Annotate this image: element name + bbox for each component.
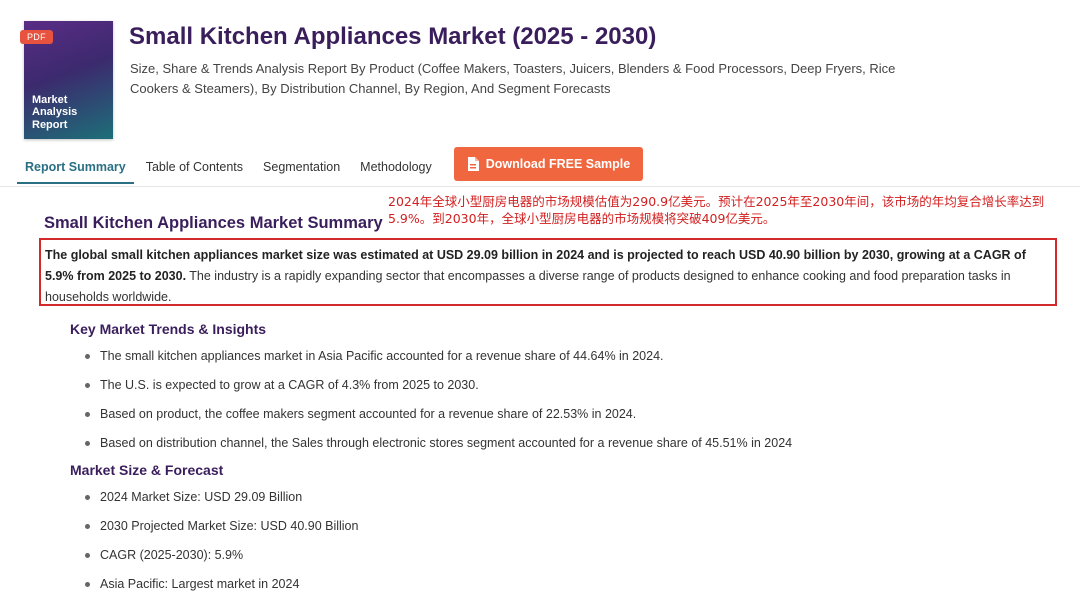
tab-report-summary[interactable]: Report Summary (17, 152, 134, 184)
download-free-sample-button[interactable]: Download FREE Sample (453, 147, 644, 181)
summary-highlight-box: The global small kitchen appliances mark… (39, 238, 1057, 306)
list-item: Asia Pacific: Largest market in 2024 (82, 576, 358, 605)
tab-divider (0, 186, 1080, 187)
report-cover-image: PDF Market Analysis Report (20, 21, 113, 139)
list-item: CAGR (2025-2030): 5.9% (82, 547, 358, 576)
forecast-heading: Market Size & Forecast (70, 462, 224, 478)
summary-title: Small Kitchen Appliances Market Summary (44, 214, 383, 232)
tab-methodology[interactable]: Methodology (352, 152, 440, 184)
page-title: Small Kitchen Appliances Market (2025 - … (129, 23, 657, 50)
download-button-label: Download FREE Sample (485, 157, 631, 171)
tab-table-of-contents[interactable]: Table of Contents (138, 152, 251, 184)
list-item: The small kitchen appliances market in A… (82, 348, 792, 377)
list-item: 2024 Market Size: USD 29.09 Billion (82, 489, 358, 518)
key-trends-list: The small kitchen appliances market in A… (82, 348, 792, 464)
key-trends-heading: Key Market Trends & Insights (70, 321, 267, 337)
cover-text: Market Analysis Report (32, 93, 78, 131)
list-item: Based on distribution channel, the Sales… (82, 435, 792, 464)
tab-bar: Report Summary Table of Contents Segment… (17, 147, 644, 184)
pdf-file-icon (467, 157, 479, 171)
translation-annotation: 2024年全球小型厨房电器的市场规模估值为290.9亿美元。预计在2025年至2… (388, 194, 1045, 226)
forecast-list: 2024 Market Size: USD 29.09 Billion 2030… (82, 489, 358, 605)
list-item: The U.S. is expected to grow at a CAGR o… (82, 377, 792, 406)
list-item: Based on product, the coffee makers segm… (82, 406, 792, 435)
tab-segmentation[interactable]: Segmentation (255, 152, 348, 184)
pdf-badge: PDF (20, 30, 53, 44)
page-subtitle: Size, Share & Trends Analysis Report By … (130, 61, 896, 96)
summary-description: The industry is a rapidly expanding sect… (45, 269, 1011, 304)
list-item: 2030 Projected Market Size: USD 40.90 Bi… (82, 518, 358, 547)
